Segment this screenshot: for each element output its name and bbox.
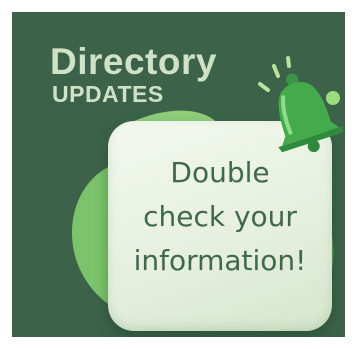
directory-updates-banner: Directory UPDATES Double check your info… — [12, 12, 345, 337]
bell-sparks — [258, 56, 291, 92]
notification-bell-icon — [258, 56, 343, 153]
bell-body — [278, 73, 343, 153]
bell-notification-dot — [324, 89, 342, 107]
